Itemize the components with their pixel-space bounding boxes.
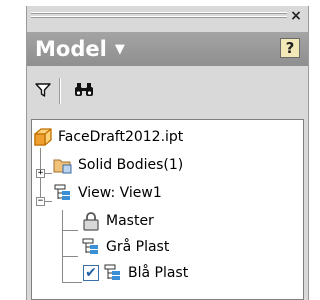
binoculars-icon[interactable]	[73, 82, 95, 98]
collapse-button[interactable]: −	[36, 197, 45, 206]
tree-connector	[44, 173, 52, 174]
tree-item-label: View: View1	[78, 185, 162, 201]
model-tree[interactable]: FaceDraft2012.ipt + Solid Bodies(1) − Vi…	[31, 119, 304, 300]
expand-button[interactable]: +	[36, 169, 45, 178]
browser-toolbar	[27, 66, 308, 116]
filter-icon[interactable]	[35, 82, 51, 98]
tree-connector	[44, 201, 52, 202]
tree-item-view[interactable]: View: View1	[53, 183, 162, 203]
lock-icon	[83, 212, 99, 231]
tree-item-root[interactable]: FaceDraft2012.ipt	[33, 127, 183, 147]
active-checkmark-icon[interactable]: ✔	[83, 265, 99, 281]
toolbar-separator	[59, 78, 61, 104]
tree-item-label: Master	[106, 213, 154, 229]
tree-connector	[62, 230, 78, 231]
tree-item-label: FaceDraft2012.ipt	[58, 129, 184, 145]
model-browser-panel: × Model ▼ ? FaceDraft2012.ipt + Solid Bo…	[26, 6, 309, 300]
chevron-down-icon: ▼	[114, 41, 125, 57]
tree-item-gra-plast[interactable]: Grå Plast	[81, 237, 169, 257]
tree-connector	[62, 282, 82, 283]
tree-item-label: Grå Plast	[106, 239, 170, 255]
part-icon	[34, 128, 52, 146]
close-icon[interactable]: ×	[288, 8, 304, 24]
view-rep-icon	[54, 184, 70, 200]
tree-item-solid-bodies[interactable]: Solid Bodies(1)	[53, 155, 183, 175]
tree-connector	[62, 210, 63, 282]
model-menu-button[interactable]: Model ▼	[35, 37, 125, 61]
tree-connector	[62, 256, 78, 257]
folder-bodies-icon	[53, 159, 72, 174]
tree-item-label: Solid Bodies(1)	[78, 157, 184, 173]
view-rep-icon	[82, 238, 98, 254]
tree-item-master[interactable]: Master	[81, 211, 154, 231]
view-rep-icon	[104, 264, 120, 280]
panel-title: Model	[35, 37, 107, 61]
tree-item-label: Blå Plast	[128, 265, 189, 281]
help-icon[interactable]: ?	[280, 38, 300, 58]
panel-drag-grip[interactable]	[31, 12, 287, 24]
tree-item-bla-plast[interactable]: ✔ Blå Plast	[83, 263, 188, 283]
panel-titlebar: Model ▼ ?	[27, 32, 308, 66]
